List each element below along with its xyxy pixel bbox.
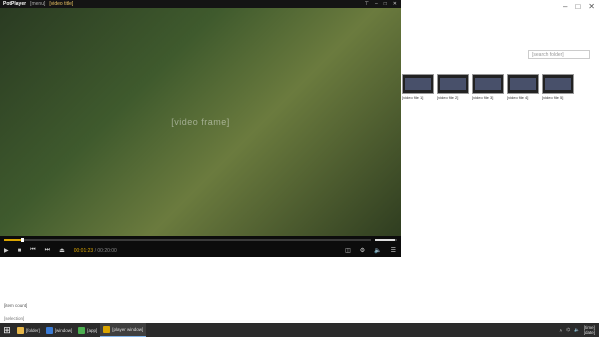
volume-tray-icon[interactable]: 🔈 [574,327,580,333]
video-thumbnail-icon [437,74,469,94]
time-current: 00:01:23 [73,247,94,254]
file-name: [video file 5] [542,95,564,100]
maximize-icon[interactable]: □ [575,2,580,11]
video-thumbnail-icon [542,74,574,94]
volume-slider[interactable] [375,239,397,241]
file-item[interactable]: [video file 1] [402,74,434,100]
seek-track[interactable] [4,238,371,242]
taskbar: ⊞ [folder] [window] [app] [player window… [0,323,599,337]
status-item-count: [item count] [4,303,28,308]
status-selection: [selection] [4,316,25,321]
previous-icon[interactable]: ⏮ [30,247,35,254]
stop-icon[interactable]: ■ [18,248,22,254]
clock[interactable]: [time] [date] [584,325,595,335]
player-titlebar[interactable]: PotPlayer [menu] [video title] ⊤ – □ ✕ [0,0,401,8]
video-thumbnail-icon [472,74,504,94]
media-player-window: PotPlayer [menu] [video title] ⊤ – □ ✕ [… [0,0,401,257]
player-app-icon [103,326,111,333]
network-icon[interactable]: ⌬ [566,327,570,333]
video-frame[interactable]: [video frame] [0,8,401,236]
file-item[interactable]: [video file 2] [437,74,469,100]
search-input[interactable]: [search folder] [528,50,590,59]
playlist-icon[interactable]: ☰ [391,247,396,254]
next-icon[interactable]: ⏭ [45,247,50,254]
seek-progress [4,239,23,241]
file-name: [video file 2] [437,95,459,100]
taskbar-item-folder[interactable]: [folder] [14,323,43,337]
player-title: [video title] [49,1,74,7]
video-thumbnail-icon [507,74,539,94]
system-tray: ˄ ⌬ 🔈 [time] [date] [560,325,599,335]
taskbar-item-label: [folder] [26,327,40,333]
taskbar-item-player[interactable]: [player window] [100,323,147,337]
subtitle-icon[interactable]: ◫ [345,247,351,254]
close-icon[interactable]: ✕ [588,2,595,11]
file-item[interactable]: [video file 3] [472,74,504,100]
file-item[interactable]: [video file 5] [542,74,574,100]
player-controls: ▶ ■ ⏮ ⏭ ⏏ 00:01:23 / 00:20:00 ◫ ⚙ 🔈 ☰ [0,244,401,257]
taskbar-item-app[interactable]: [app] [75,323,100,337]
file-name: [video file 4] [507,95,529,100]
taskbar-item-window[interactable]: [window] [43,323,76,337]
start-button[interactable]: ⊞ [0,323,14,337]
taskbar-item-label: [player window] [112,327,144,332]
volume-level [375,239,395,241]
file-name: [video file 3] [472,95,494,100]
time-total: 00:20:00 [97,247,117,254]
seek-bar[interactable] [0,236,401,244]
minimize-icon[interactable]: – [375,1,378,7]
player-window-buttons: ⊤ – □ ✕ [365,1,401,7]
play-icon[interactable]: ▶ [4,247,9,254]
file-grid: [video file 1] [video file 2] [video fil… [402,74,574,100]
player-controls-right: ◫ ⚙ 🔈 ☰ [345,247,401,254]
file-item[interactable]: [video file 4] [507,74,539,100]
volume-icon[interactable]: 🔈 [374,247,381,254]
seek-handle[interactable] [21,238,25,242]
open-file-icon[interactable]: ⏏ [59,247,65,254]
chevron-up-icon[interactable]: ˄ [560,328,563,333]
taskbar-item-label: [window] [54,327,73,333]
folder-icon [17,326,24,334]
settings-icon[interactable]: ⚙ [360,247,365,254]
app-icon [78,326,86,334]
explorer-window-buttons: – □ ✕ [563,2,595,11]
clock-date: [date] [583,330,595,335]
close-icon[interactable]: ✕ [393,1,397,7]
app-icon [45,326,53,334]
maximize-icon[interactable]: □ [384,1,387,7]
video-thumbnail-icon [402,74,434,94]
file-name: [video file 1] [402,95,424,100]
player-menu[interactable]: [menu] [30,1,45,7]
time-display: 00:01:23 / 00:20:00 [73,247,117,254]
taskbar-item-label: [app] [87,327,98,333]
pin-icon[interactable]: ⊤ [365,1,369,7]
video-placeholder: [video frame] [171,117,230,127]
player-brand[interactable]: PotPlayer [3,1,26,7]
minimize-icon[interactable]: – [563,2,567,11]
